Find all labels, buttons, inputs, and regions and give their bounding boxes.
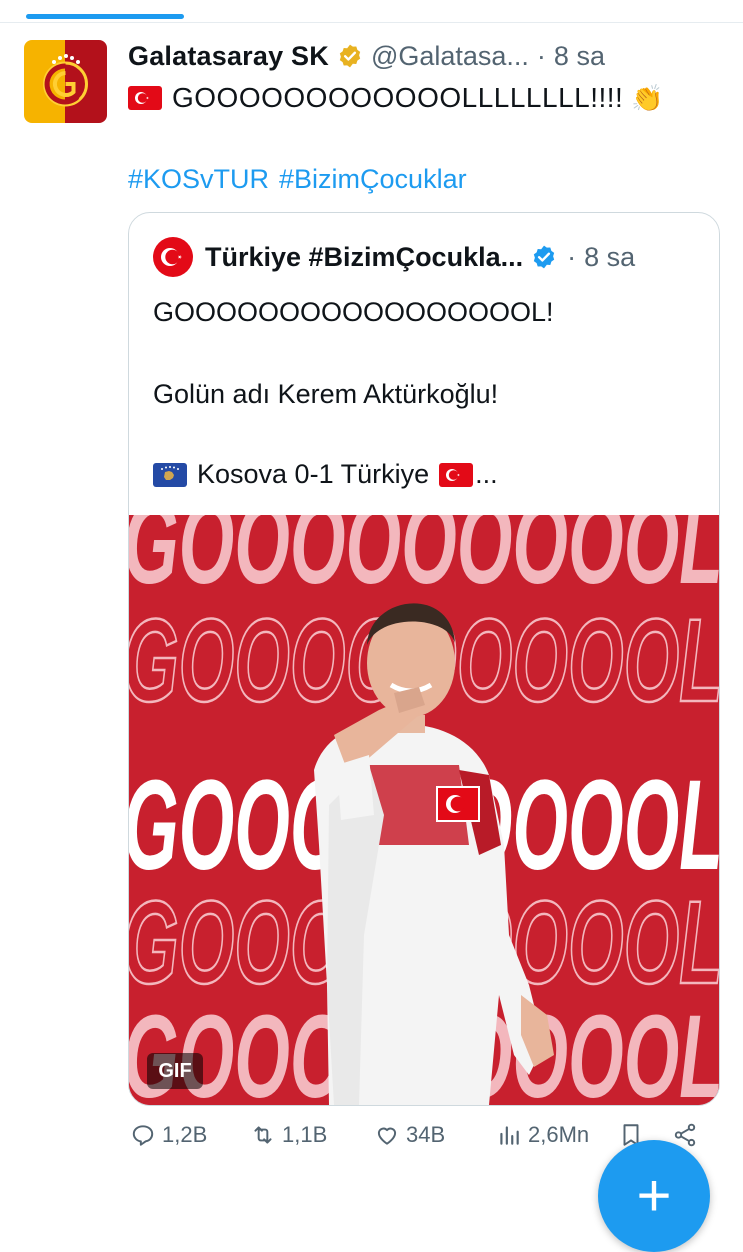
views-chart-icon	[500, 1126, 519, 1145]
quoted-header: Türkiye #BizimÇocukla... · 8 sa	[153, 237, 635, 277]
tweet-text: GOOOOOOOOOOOOLLLLLLLL!!!! 👏	[128, 82, 728, 114]
tweet-body: GOOOOOOOOOOOOLLLLLLLL!!!!	[172, 82, 624, 113]
like-button[interactable]: 34B	[374, 1122, 445, 1148]
reply-button[interactable]: 1,2B	[130, 1122, 207, 1148]
reply-count: 1,2B	[162, 1122, 208, 1147]
hashtag-link[interactable]: #KOSvTUR	[128, 164, 269, 194]
kosovo-flag-icon	[153, 462, 187, 487]
hashtag-link[interactable]: #BizimÇocuklar	[279, 164, 467, 194]
gif-media[interactable]: GOOOOOOOOOL GOOOOOOOOOL GOOOOOOOOOL GOOO…	[129, 515, 719, 1105]
views-button[interactable]: 2,6Mn	[496, 1122, 589, 1148]
heart-icon	[377, 1127, 397, 1145]
reply-icon	[132, 1125, 154, 1146]
retweet-button[interactable]: 1,1B	[250, 1122, 327, 1148]
verified-gold-icon	[339, 44, 361, 68]
quoted-tweet[interactable]: Türkiye #BizimÇocukla... · 8 sa GOOOOOOO…	[128, 212, 720, 1106]
avatar[interactable]	[24, 40, 107, 123]
turkey-avatar[interactable]	[153, 237, 193, 277]
top-bar	[0, 0, 743, 24]
clapping-hands-icon: 👏	[631, 82, 665, 113]
ellipsis: ...	[475, 459, 498, 489]
hashtags: #KOSvTUR #BizimÇocuklar	[128, 164, 477, 195]
separator-dot: ·	[567, 241, 577, 272]
tab-indicator	[26, 14, 184, 19]
author-name[interactable]: Galatasaray SK	[128, 41, 329, 72]
turkey-flag-icon	[128, 86, 162, 110]
verified-blue-icon	[533, 245, 555, 269]
compose-fab-button[interactable]: +	[598, 1140, 710, 1252]
retweet-icon	[254, 1126, 272, 1144]
divider	[0, 22, 743, 23]
turkey-flag-icon	[439, 462, 474, 487]
goal-gif-image: GOOOOOOOOOL GOOOOOOOOOL GOOOOOOOOOL GOOO…	[129, 515, 719, 1105]
tweet-header: Galatasaray SK @Galatasa... · 8 sa	[128, 40, 728, 72]
retweet-count: 1,1B	[282, 1122, 328, 1147]
quoted-line-2: Golün adı Kerem Aktürkoğlu!	[153, 379, 499, 409]
galatasaray-logo	[24, 40, 107, 123]
quoted-line-1: GOOOOOOOOOOOOOOOOOL!	[153, 297, 554, 327]
gif-badge: GIF	[147, 1053, 203, 1089]
views-count: 2,6Mn	[528, 1122, 590, 1147]
quoted-timestamp[interactable]: 8 sa	[584, 242, 635, 273]
quoted-author-name[interactable]: Türkiye #BizimÇocukla...	[205, 242, 523, 273]
plus-icon: +	[636, 1162, 672, 1229]
timestamp[interactable]: 8 sa	[554, 41, 605, 72]
separator-dot: ·	[536, 40, 546, 71]
quoted-line-3: Kosova 0-1 Türkiye ...	[153, 459, 498, 490]
score-text: Kosova 0-1 Türkiye	[197, 459, 430, 489]
like-count: 34B	[406, 1122, 446, 1147]
author-handle[interactable]: @Galatasa...	[371, 41, 529, 72]
